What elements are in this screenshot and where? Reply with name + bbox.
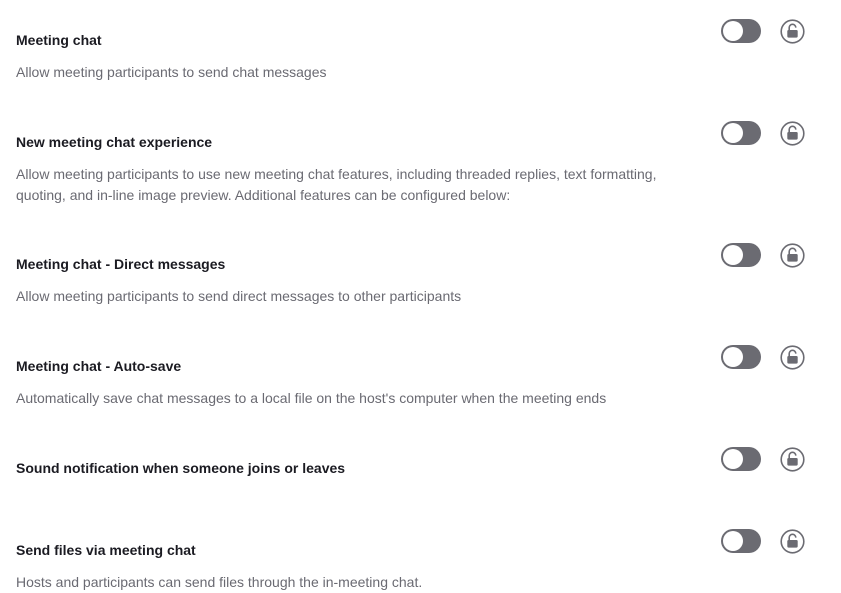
direct-messages-toggle[interactable] [721, 243, 761, 267]
unlock-icon[interactable] [780, 345, 805, 370]
new-meeting-chat-experience-toggle[interactable] [721, 121, 761, 145]
setting-description: Automatically save chat messages to a lo… [16, 390, 607, 406]
unlock-icon[interactable] [780, 243, 805, 268]
meeting-chat-toggle[interactable] [721, 19, 761, 43]
unlock-icon[interactable] [780, 121, 805, 146]
toggle-knob [723, 245, 743, 265]
send-files-toggle[interactable] [721, 529, 761, 553]
setting-description: Allow meeting participants to send chat … [16, 64, 327, 80]
toggle-knob [723, 449, 743, 469]
toggle-knob [723, 123, 743, 143]
sound-notification-toggle[interactable] [721, 447, 761, 471]
setting-description: Allow meeting participants to send direc… [16, 288, 462, 304]
toggle-knob [723, 347, 743, 367]
toggle-knob [723, 531, 743, 551]
unlock-icon[interactable] [780, 447, 805, 472]
setting-description: Hosts and participants can send files th… [16, 574, 423, 590]
unlock-icon[interactable] [780, 19, 805, 44]
setting-title: Meeting chat [16, 32, 102, 48]
setting-title: Sound notification when someone joins or… [16, 460, 346, 476]
setting-description: Allow meeting participants to use new me… [16, 166, 657, 203]
auto-save-toggle[interactable] [721, 345, 761, 369]
setting-title: Meeting chat - Auto-save [16, 358, 182, 374]
setting-title: Meeting chat - Direct messages [16, 256, 226, 272]
unlock-icon[interactable] [780, 529, 805, 554]
setting-title: New meeting chat experience [16, 134, 213, 150]
toggle-knob [723, 21, 743, 41]
setting-title: Send files via meeting chat [16, 542, 196, 558]
